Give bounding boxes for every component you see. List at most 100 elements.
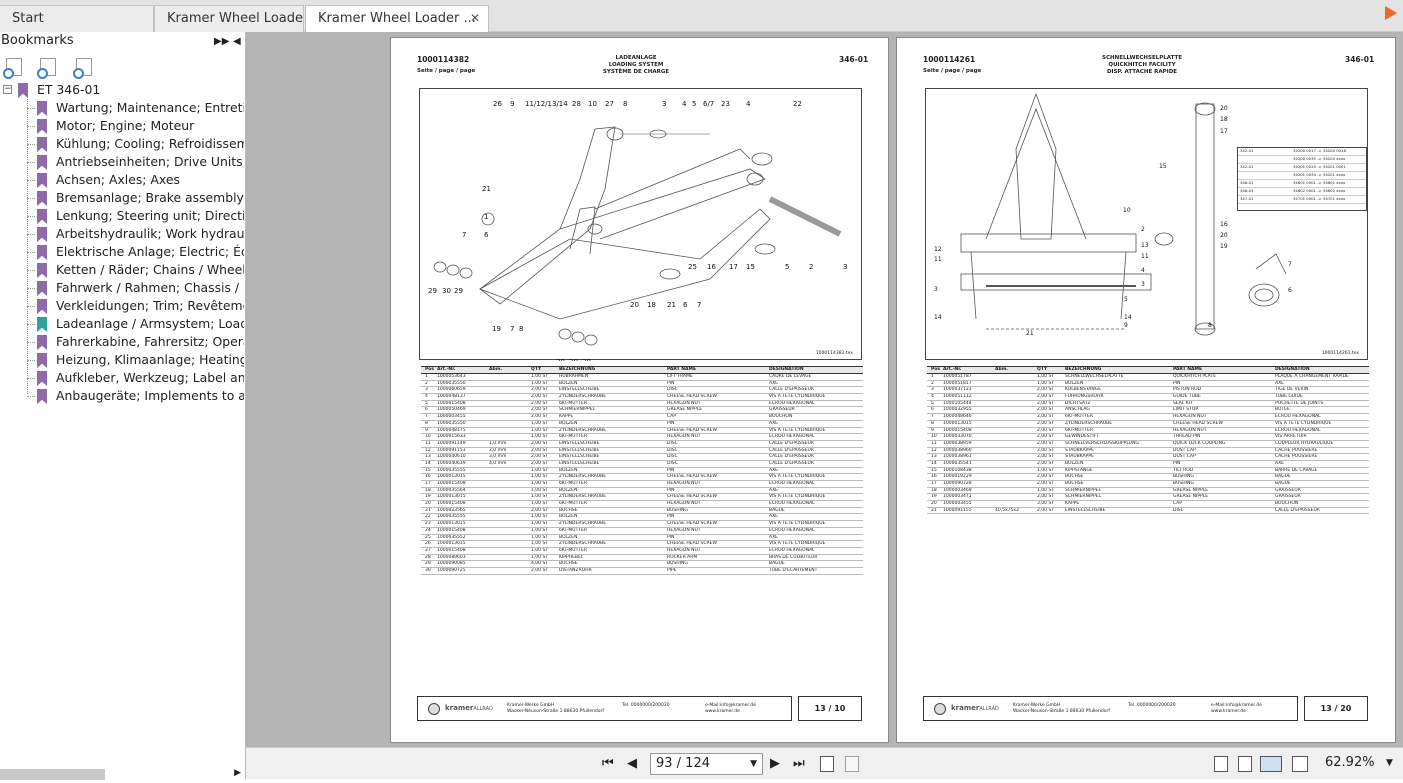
table-cell: 2,00 ST: [1037, 440, 1055, 446]
menu-arrow-icon[interactable]: [1385, 6, 1399, 22]
column-header: PART NAME: [1173, 367, 1203, 372]
collapse-panel-icon[interactable]: ◀: [233, 33, 241, 51]
single-page-view-icon[interactable]: [1214, 756, 1228, 772]
table-cell: 1000033070: [943, 434, 972, 440]
tree-line: [27, 378, 35, 379]
bookmark-item[interactable]: Fahrerkabine, Fahrersitz; Operator': [0, 333, 244, 351]
collapse-node-icon[interactable]: −: [3, 85, 12, 94]
table-cell: 1000060659: [437, 387, 466, 393]
table-cell: 2,00 ST: [1037, 427, 1055, 433]
prev-page-icon[interactable]: ◀: [627, 756, 637, 771]
bookmark-item[interactable]: Antriebseinheiten; Drive Units; Uni: [0, 153, 244, 171]
table-cell: PIN: [1173, 380, 1181, 386]
drawing-id: 1000114382.tex: [815, 351, 853, 356]
table-cell: HEXAGON NUT: [667, 547, 701, 553]
tree-line: [27, 342, 35, 343]
delete-bookmark-icon[interactable]: [3, 58, 22, 79]
bookmark-item[interactable]: Aufkleber, Werkzeug; Label and to: [0, 369, 244, 387]
table-cell: EINSTELLSCHEIBE: [559, 447, 600, 453]
company-street: Wacker-Neuson-Straße 1 88630 Pfullendorf: [1013, 708, 1110, 714]
table-row: 25 1000035552 1,00 ST BOLZEN PIN AXE: [421, 535, 863, 542]
table-cell: ANSCHLAG: [1065, 407, 1090, 413]
table-cell: HEXAGON NUT: [1173, 414, 1207, 420]
previous-view-icon[interactable]: [820, 756, 834, 772]
bookmark-root[interactable]: − ET 346-01: [0, 81, 244, 99]
svg-text:12: 12: [934, 246, 942, 253]
serial-row: 342-01 34200 0017 -> 34200 0018: [1238, 148, 1366, 156]
tab-bar: Start Kramer Wheel Loader ... Kramer Whe…: [0, 0, 1403, 33]
table-cell: 24: [425, 527, 431, 533]
parts-table-1: Pos Art.-Nr. Abm. QTY BEZEICHNUNG PART NAME DE…: [421, 366, 863, 575]
table-cell: AXE: [1275, 380, 1285, 386]
table-cell: 18: [425, 487, 431, 493]
bookmark-item[interactable]: Verkleidungen; Trim; Revêtement: [0, 297, 244, 315]
bookmark-item[interactable]: Fahrwerk / Rahmen; Chassis / Fram: [0, 279, 244, 297]
svg-text:19: 19: [492, 325, 501, 333]
bookmark-item[interactable]: Wartung; Maintenance; Entretien: [0, 99, 244, 117]
table-row: 4 1000048137 2,00 ST ZYLINDERSCHRAUBE CHEESE…: [421, 394, 863, 401]
bookmark-item[interactable]: Ladeanlage / Armsystem; Loader u: [0, 315, 244, 333]
find-bookmark-icon[interactable]: [73, 58, 92, 79]
bookmark-item[interactable]: Lenkung; Steering unit; Direction: [0, 207, 244, 225]
table-row: 21 1000091155 40,5x75x2 2,00 ST EINSTELLSCHE…: [927, 508, 1369, 515]
scroll-right-icon[interactable]: ▶: [234, 768, 241, 778]
close-tab-icon[interactable]: ✕: [470, 6, 480, 31]
next-page-icon[interactable]: ▶: [770, 756, 780, 771]
company-tel: Tel. 0000000/200020: [1128, 703, 1176, 708]
horizontal-scrollbar[interactable]: ◀ ▶: [0, 766, 244, 783]
bookmark-item[interactable]: Anbaugeräte; Implements to attac: [0, 387, 244, 405]
zoom-dropdown-icon[interactable]: ▼: [1386, 758, 1393, 768]
continuous-view-icon[interactable]: [1238, 756, 1252, 772]
svg-text:9: 9: [1124, 322, 1128, 329]
bookmark-item[interactable]: Arbeitshydraulik; Work hydraulics; I: [0, 225, 244, 243]
table-cell: 1000035555: [437, 467, 466, 473]
loader-arm-drawing: 26 9 11/12/13/14 28 10 27 8 3 4 5 6/7 23 4 22 2117 6 2…: [428, 100, 847, 366]
tab-document-2[interactable]: Kramer Wheel Loader ... ✕: [305, 5, 489, 33]
table-cell: SCHNELLWECHSELPLATTE: [1065, 374, 1124, 379]
table-row: 26 1000013015 1,00 ST ZYLINDERSCHRAUBE CHEES…: [421, 541, 863, 548]
svg-text:29: 29: [582, 358, 591, 361]
table-row: 8 1000035550 1,00 ST BOLZEN PIN AXE: [421, 421, 863, 428]
table-cell: 5: [425, 400, 428, 406]
table-cell: 2,00 ST: [1037, 481, 1055, 486]
title-de: LADEANLAGE: [615, 55, 657, 61]
first-page-icon[interactable]: ⏮: [602, 756, 614, 771]
table-cell: 6KT-MUTTER: [559, 501, 587, 507]
table-cell: 11: [425, 440, 431, 446]
tab-document-1[interactable]: Kramer Wheel Loader ...: [154, 5, 304, 32]
bookmark-item[interactable]: Kühlung; Cooling; Refroidissement: [0, 135, 244, 153]
table-cell: 3,0 mm: [489, 454, 507, 460]
bookmark-item[interactable]: Heizung, Klimaanlage; Heating, Air: [0, 351, 244, 369]
zoom-level[interactable]: 62.92%: [1325, 755, 1375, 770]
table-cell: 1000013015: [437, 521, 466, 527]
table-cell: VIS À TÊTE CYLINDRIQUE: [769, 494, 826, 500]
document-viewer[interactable]: 1000114382 Seite / page / page LADEANLAG…: [246, 32, 1403, 747]
two-page-view-icon[interactable]: [1260, 756, 1282, 772]
next-view-icon[interactable]: [845, 756, 859, 772]
scrollbar-thumb[interactable]: [0, 769, 105, 780]
bookmark-item[interactable]: Bremsanlage; Brake assembly; Syst: [0, 189, 244, 207]
tab-start[interactable]: Start: [0, 5, 154, 32]
table-cell: HEXAGON NUT: [667, 501, 701, 507]
table-row: 20 1000003455 3,00 ST KAPPE CAP BOUCHON: [927, 501, 1369, 508]
table-cell: BOUCHON: [769, 414, 793, 420]
table-cell: HEXAGON NUT: [667, 527, 701, 533]
chevron-down-icon[interactable]: ▼: [750, 754, 757, 774]
bookmark-item[interactable]: Motor; Engine; Moteur: [0, 117, 244, 135]
bookmark-icon: [37, 191, 47, 206]
table-cell: 2,00 ST: [1037, 434, 1055, 440]
expand-panel-icon[interactable]: ▶▶: [214, 33, 229, 51]
table-cell: 1000038959: [943, 440, 972, 446]
bookmark-item[interactable]: Elektrische Anlage; Electric; Équipe: [0, 243, 244, 261]
table-cell: ZYLINDERSCHRAUBE: [559, 474, 607, 480]
page-number-value: 93 / 124: [656, 756, 710, 771]
two-page-continuous-icon[interactable]: [1292, 756, 1308, 772]
svg-text:18: 18: [1220, 116, 1228, 123]
table-cell: AXE: [769, 380, 779, 386]
page-number-input[interactable]: 93 / 124 ▼: [650, 753, 763, 775]
last-page-icon[interactable]: ⏭: [793, 756, 805, 771]
add-bookmark-icon[interactable]: [37, 58, 56, 79]
svg-text:5: 5: [692, 100, 696, 108]
bookmark-item[interactable]: Achsen; Axles; Axes: [0, 171, 244, 189]
bookmark-item[interactable]: Ketten / Räder; Chains / Wheels; C: [0, 261, 244, 279]
